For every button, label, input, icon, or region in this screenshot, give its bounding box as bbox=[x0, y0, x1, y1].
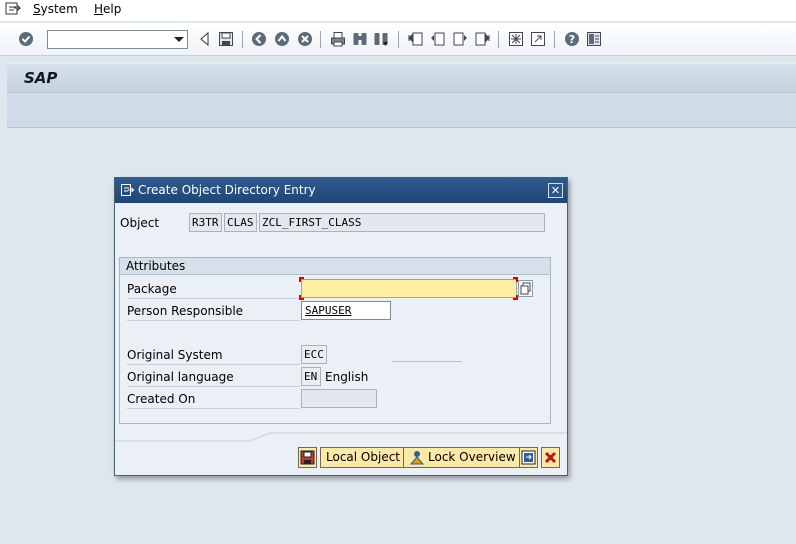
object-name-field: ZCL_FIRST_CLASS bbox=[259, 213, 545, 232]
transport-button[interactable] bbox=[519, 447, 538, 468]
cancel-icon[interactable] bbox=[297, 31, 313, 47]
user-icon bbox=[409, 451, 425, 465]
save-icon bbox=[300, 450, 315, 465]
footer-divider bbox=[115, 432, 567, 442]
attributes-group: Attributes Package Person Responsible SA… bbox=[119, 257, 551, 424]
create-shortcut-icon[interactable] bbox=[530, 31, 546, 47]
object-label: Object bbox=[120, 216, 160, 230]
dialog-window-icon bbox=[121, 184, 134, 196]
lock-overview-button[interactable]: Lock Overview bbox=[403, 447, 522, 468]
screen-title: SAP bbox=[24, 69, 58, 87]
package-input[interactable] bbox=[301, 279, 517, 298]
row-underline bbox=[127, 298, 300, 299]
person-responsible-input[interactable]: SAPUSER bbox=[301, 301, 391, 320]
previous-page-icon[interactable] bbox=[430, 31, 446, 47]
created-on-field bbox=[301, 389, 377, 408]
original-language-text: English bbox=[325, 370, 369, 384]
next-page-icon[interactable] bbox=[452, 31, 468, 47]
menu-help[interactable]: Help bbox=[94, 2, 121, 17]
toolbar-separator bbox=[554, 31, 555, 48]
enter-icon[interactable] bbox=[18, 31, 34, 47]
original-system-field: ECC bbox=[301, 345, 327, 364]
person-responsible-label: Person Responsible bbox=[127, 304, 244, 318]
exit-icon[interactable] bbox=[274, 31, 290, 47]
cancel-button[interactable] bbox=[541, 447, 560, 468]
chevron-down-icon[interactable] bbox=[174, 37, 184, 42]
save-icon[interactable] bbox=[218, 31, 234, 47]
help-icon[interactable]: ? bbox=[564, 31, 580, 47]
back-arrow-icon[interactable] bbox=[197, 31, 213, 47]
menu-bar: System Help bbox=[0, 0, 796, 22]
toolbar-separator bbox=[398, 31, 399, 48]
copy-icon bbox=[520, 282, 531, 295]
local-object-button[interactable]: Local Object bbox=[320, 447, 406, 468]
screen-title-bar: SAP bbox=[7, 63, 796, 94]
find-icon[interactable] bbox=[352, 31, 368, 47]
create-object-directory-dialog: Create Object Directory Entry ✕ Object R… bbox=[114, 177, 568, 476]
cancel-x-icon bbox=[544, 451, 557, 464]
value-help-button[interactable] bbox=[518, 280, 533, 297]
toolbar-separator bbox=[320, 31, 321, 48]
dialog-title-bar[interactable]: Create Object Directory Entry ✕ bbox=[115, 178, 567, 203]
required-marker bbox=[299, 277, 304, 282]
system-description-line bbox=[392, 361, 462, 362]
command-field[interactable] bbox=[47, 30, 188, 49]
close-icon[interactable]: ✕ bbox=[548, 183, 563, 198]
local-object-label: Local Object bbox=[326, 450, 400, 464]
new-session-icon[interactable] bbox=[508, 31, 524, 47]
original-language-field: EN bbox=[301, 367, 321, 386]
svg-text:?: ? bbox=[569, 33, 575, 46]
save-button[interactable] bbox=[298, 447, 317, 468]
row-underline bbox=[127, 320, 300, 321]
print-icon[interactable] bbox=[330, 31, 346, 47]
system-menu-icon[interactable] bbox=[5, 2, 21, 16]
object-pgmid-field: R3TR bbox=[189, 213, 222, 232]
row-underline bbox=[127, 364, 300, 365]
row-underline bbox=[127, 408, 300, 409]
transport-icon bbox=[521, 450, 536, 465]
required-marker bbox=[299, 295, 304, 300]
package-label: Package bbox=[127, 282, 177, 296]
find-next-icon[interactable] bbox=[373, 31, 389, 47]
application-toolbar bbox=[7, 95, 796, 128]
row-underline bbox=[127, 386, 300, 387]
object-type-field: CLAS bbox=[224, 213, 257, 232]
attributes-group-header: Attributes bbox=[120, 258, 550, 275]
first-page-icon[interactable] bbox=[408, 31, 424, 47]
original-language-label: Original language bbox=[127, 370, 234, 384]
back-icon[interactable] bbox=[251, 31, 267, 47]
toolbar-separator bbox=[242, 31, 243, 48]
last-page-icon[interactable] bbox=[474, 31, 490, 47]
menu-system[interactable]: System bbox=[33, 2, 78, 17]
customize-layout-icon[interactable] bbox=[586, 31, 602, 47]
standard-toolbar: ? bbox=[0, 23, 796, 56]
created-on-label: Created On bbox=[127, 392, 196, 406]
original-system-label: Original System bbox=[127, 348, 223, 362]
toolbar-separator bbox=[498, 31, 499, 48]
lock-overview-label: Lock Overview bbox=[428, 450, 516, 464]
dialog-title: Create Object Directory Entry bbox=[138, 183, 316, 197]
